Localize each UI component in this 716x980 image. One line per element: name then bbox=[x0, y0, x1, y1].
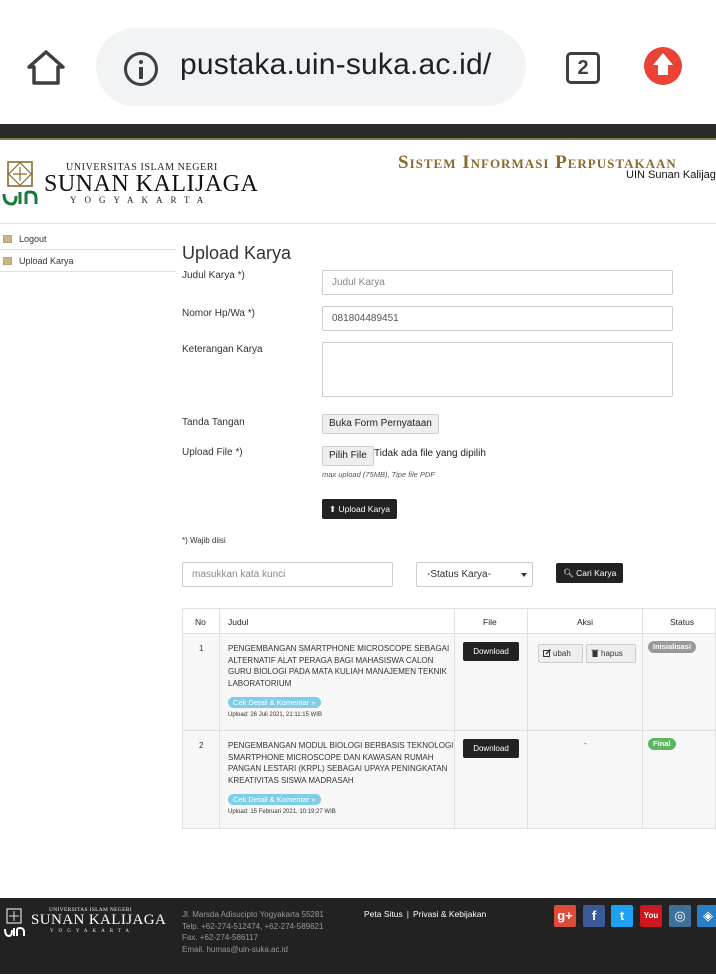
judul-karya-input[interactable]: Judul Karya bbox=[322, 270, 673, 295]
address-line: Jl. Marsda Adisucipto Yogyakarta 55281 bbox=[182, 910, 324, 919]
sidebar-item-label: Upload Karya bbox=[19, 256, 74, 266]
link-separator: | bbox=[406, 909, 409, 919]
upload-date: Upload: 15 Februari 2021, 10:19:27 WIB bbox=[228, 809, 336, 815]
sidebar-item-label: Logout bbox=[19, 234, 47, 244]
update-icon[interactable] bbox=[644, 47, 682, 85]
column-header-judul: Judul bbox=[228, 617, 249, 627]
ubah-button[interactable]: ubah bbox=[538, 644, 583, 663]
google-plus-icon[interactable]: g+ bbox=[554, 905, 576, 927]
instagram-icon[interactable]: ◎ bbox=[669, 905, 691, 927]
keterangan-textarea[interactable] bbox=[322, 342, 673, 397]
footer-address: Jl. Marsda Adisucipto Yogyakarta 55281 T… bbox=[182, 909, 324, 955]
site-top-bar bbox=[0, 124, 716, 140]
tanda-tangan-label: Tanda Tangan bbox=[182, 417, 245, 428]
twitter-icon[interactable]: t bbox=[611, 905, 633, 927]
table-row: 2 PENGEMBANGAN MODUL BIOLOGI BERBASIS TE… bbox=[183, 731, 715, 828]
address-line: Telp. +62-274-512474, +62-274-589621 bbox=[182, 921, 324, 931]
site-footer: UNIVERSITAS ISLAM NEGERI SUNAN KALIJAGA … bbox=[0, 898, 716, 974]
row-judul: PENGEMBANGAN SMARTPHONE MICROSCOPE SEBAG… bbox=[228, 644, 450, 688]
trash-icon bbox=[591, 649, 599, 657]
footer-university-line3: YOGYAKARTA bbox=[50, 929, 135, 934]
row-number: 1 bbox=[199, 644, 204, 653]
column-header-file: File bbox=[483, 617, 497, 627]
tab-switcher-button[interactable]: 2 bbox=[566, 52, 600, 84]
university-name-line3: YOGYAKARTA bbox=[70, 195, 212, 205]
university-name-line2: SUNAN KALIJAGA bbox=[44, 171, 259, 197]
footer-links: Peta Situs | Privasi & Kebijakan bbox=[364, 909, 486, 919]
keterangan-label: Keterangan Karya bbox=[182, 344, 263, 355]
privasi-kebijakan-link[interactable]: Privasi & Kebijakan bbox=[413, 909, 486, 919]
column-header-no: No bbox=[195, 617, 206, 627]
row-number: 2 bbox=[199, 741, 204, 750]
bottom-strip bbox=[0, 974, 716, 980]
download-button[interactable]: Download bbox=[463, 642, 519, 661]
nomor-hp-label: Nomor Hp/Wa *) bbox=[182, 308, 255, 319]
upload-karya-label: Upload Karya bbox=[338, 504, 391, 514]
judul-karya-label: Judul Karya *) bbox=[182, 270, 245, 281]
hapus-label: hapus bbox=[601, 649, 623, 658]
upload-icon: ⬆ bbox=[329, 504, 337, 514]
peta-situs-link[interactable]: Peta Situs bbox=[364, 909, 403, 919]
upload-hint: max upload (75MB), Tipe file PDF bbox=[322, 470, 435, 479]
sidebar-item-logout[interactable]: Logout bbox=[0, 228, 176, 250]
buka-form-pernyataan-button[interactable]: Buka Form Pernyataan bbox=[322, 414, 439, 434]
sidebar: Logout Upload Karya bbox=[0, 228, 176, 272]
cari-karya-label: Cari Karya bbox=[576, 568, 617, 578]
status-badge: Final bbox=[648, 738, 676, 750]
url-text: pustaka.uin-suka.ac.id/ bbox=[180, 48, 492, 81]
edit-icon bbox=[543, 649, 551, 657]
status-badge: Inisialisasi bbox=[648, 641, 696, 653]
uin-logo-icon[interactable] bbox=[4, 908, 26, 938]
system-subtitle: UIN Sunan Kalijaga bbox=[626, 169, 716, 181]
upload-karya-button[interactable]: ⬆ Upload Karya bbox=[322, 499, 398, 519]
table-row: 1 PENGEMBANGAN SMARTPHONE MICROSCOPE SEB… bbox=[183, 634, 715, 731]
home-icon[interactable] bbox=[24, 46, 68, 90]
aksi-empty: - bbox=[584, 739, 587, 748]
file-status-text: Tidak ada file yang dipilih bbox=[374, 448, 486, 459]
karya-table: No Judul File Aksi Status 1 PENGEMBANGAN… bbox=[182, 608, 716, 829]
youtube-icon[interactable]: You bbox=[640, 905, 662, 927]
search-icon: 🔍︎ bbox=[563, 568, 574, 578]
pilih-file-button[interactable]: Pilih File bbox=[322, 446, 374, 466]
menu-bullet-icon bbox=[3, 257, 12, 265]
ubah-label: ubah bbox=[553, 649, 571, 658]
download-button[interactable]: Download bbox=[463, 739, 519, 758]
uin-logo-icon[interactable] bbox=[2, 160, 42, 206]
row-judul: PENGEMBANGAN MODUL BIOLOGI BERBASIS TEKN… bbox=[228, 741, 454, 785]
column-header-aksi: Aksi bbox=[577, 617, 594, 627]
table-header-row: No Judul File Aksi Status bbox=[183, 609, 715, 634]
cari-karya-button[interactable]: 🔍︎ Cari Karya bbox=[556, 563, 624, 583]
column-header-status: Status bbox=[670, 617, 695, 627]
cek-detail-link[interactable]: Cek Detail & Komentar » bbox=[228, 697, 321, 708]
upload-file-label: Upload File *) bbox=[182, 447, 243, 458]
address-line: Email. humas@uin-suka.ac.id bbox=[182, 944, 288, 954]
keyword-search-input[interactable]: masukkan kata kunci bbox=[182, 562, 393, 587]
address-line: Fax. +62-274-586117 bbox=[182, 933, 259, 942]
address-bar[interactable]: pustaka.uin-suka.ac.id/ bbox=[96, 28, 526, 106]
blog-icon[interactable]: ◈ bbox=[697, 905, 716, 927]
page-title: Upload Karya bbox=[182, 243, 292, 263]
required-note: *) Wajib diisi bbox=[182, 536, 226, 545]
nomor-hp-input[interactable]: 081804489451 bbox=[322, 306, 673, 331]
sidebar-item-upload-karya[interactable]: Upload Karya bbox=[0, 250, 176, 272]
browser-chrome: pustaka.uin-suka.ac.id/ 2 bbox=[0, 0, 716, 124]
upload-date: Upload: 26 Juli 2021, 21:11:15 WIB bbox=[228, 712, 322, 718]
cek-detail-link[interactable]: Cek Detail & Komentar » bbox=[228, 794, 321, 805]
facebook-icon[interactable]: f bbox=[583, 905, 605, 927]
menu-bullet-icon bbox=[3, 235, 12, 243]
footer-university-line2: SUNAN KALIJAGA bbox=[31, 912, 167, 928]
site-header: UNIVERSITAS ISLAM NEGERI SUNAN KALIJAGA … bbox=[0, 142, 716, 224]
status-karya-select[interactable]: -Status Karya- bbox=[416, 562, 533, 587]
chevron-down-icon bbox=[521, 573, 527, 577]
status-select-value: -Status Karya- bbox=[427, 569, 491, 580]
info-icon[interactable] bbox=[124, 52, 158, 86]
hapus-button[interactable]: hapus bbox=[586, 644, 636, 663]
